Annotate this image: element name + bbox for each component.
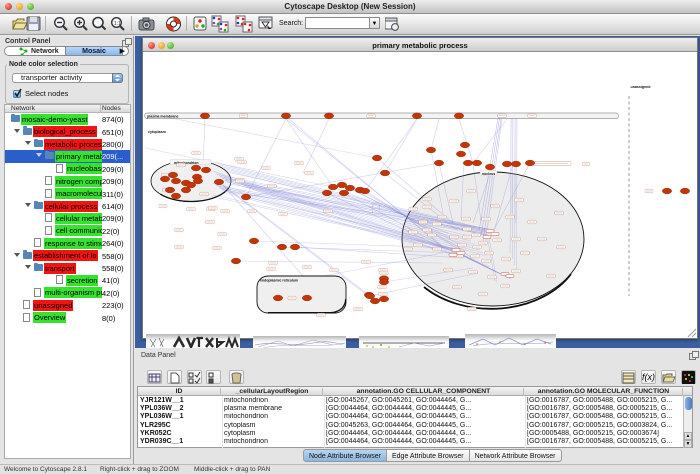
svg-text:nucleus: nucleus (482, 172, 495, 176)
svg-text:endoplasmic reticulum: endoplasmic reticulum (260, 279, 298, 283)
svg-text:unassigned: unassigned (631, 85, 651, 89)
svg-text:cytoplasm: cytoplasm (148, 130, 166, 134)
svg-text:plasma membrane: plasma membrane (147, 115, 179, 119)
